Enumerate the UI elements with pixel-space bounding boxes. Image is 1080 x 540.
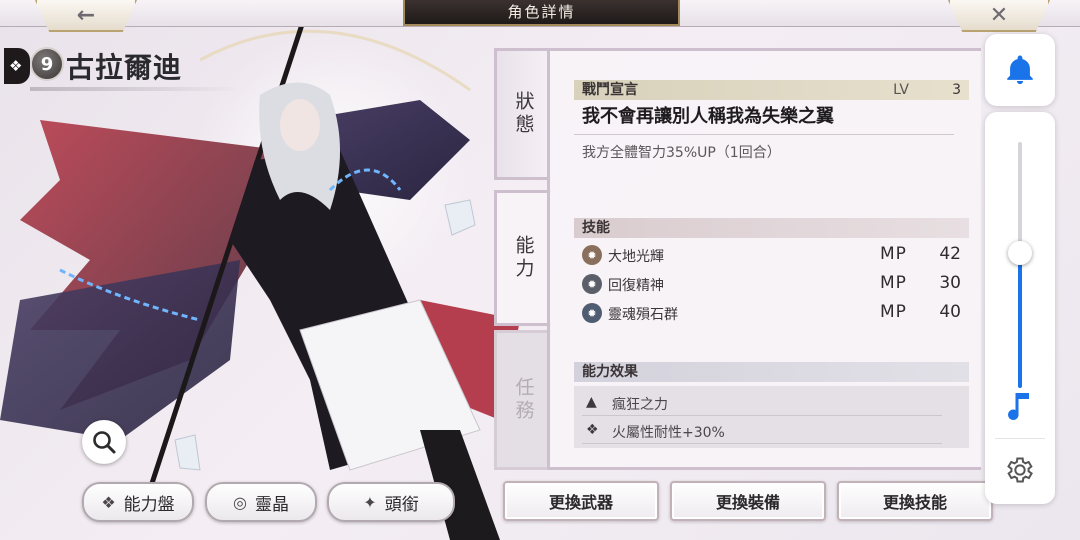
tab-ability[interactable]: 能力 (494, 190, 551, 326)
title-label: 頭銜 (384, 494, 419, 515)
change-equipment-button[interactable]: 更換裝備 (670, 481, 826, 521)
person-icon: ▲ (586, 394, 597, 410)
skill-row[interactable]: ✹ 回復精神 MP 30 (582, 271, 967, 297)
change-weapon-button[interactable]: 更換武器 (503, 481, 659, 521)
battle-declaration-header: 戰鬥宣言 LV 3 (574, 80, 969, 100)
skill-name: 回復精神 (608, 278, 664, 294)
tab-status[interactable]: 狀態 (494, 48, 551, 180)
mp-label: MP (880, 273, 907, 293)
declaration-description: 我方全體智力35%UP（1回合） (582, 145, 781, 161)
meteor-icon: ✹ (582, 303, 602, 323)
skill-name: 大地光輝 (608, 249, 664, 265)
skill-name: 靈魂殞石群 (608, 307, 678, 323)
emblem-icon: ✦ (363, 492, 377, 512)
change-skill-button[interactable]: 更換技能 (837, 481, 993, 521)
skills-title: 技能 (582, 220, 610, 236)
divider (574, 134, 954, 135)
notification-button[interactable] (985, 34, 1055, 106)
back-button[interactable]: ← (35, 0, 137, 32)
level-badge: 9 (30, 47, 64, 81)
tab-mission[interactable]: 任務 (494, 330, 551, 470)
effect-text: 瘋狂之力 (612, 397, 668, 413)
lv-value: 3 (952, 82, 961, 98)
volume-slider-thumb[interactable] (1008, 240, 1032, 265)
mp-value: 42 (939, 244, 961, 264)
ability-effects-header: 能力效果 (574, 362, 969, 382)
divider (995, 438, 1045, 439)
declaration-text: 我不會再讓別人稱我為失樂之翼 (582, 106, 834, 127)
ability-effects-list: ▲ 瘋狂之力 ❖ 火屬性耐性+30% (574, 386, 969, 448)
volume-level-fill (1018, 252, 1022, 388)
ability-effects-title: 能力效果 (582, 364, 638, 380)
puzzle-icon: ❖ (9, 57, 23, 75)
ability-board-label: 能力盤 (123, 494, 175, 515)
skills-header: 技能 (574, 218, 969, 238)
bell-icon (1007, 55, 1033, 85)
skill-row[interactable]: ✹ 大地光輝 MP 42 (582, 242, 967, 268)
lv-label: LV (893, 82, 909, 98)
crystal-label: 靈晶 (254, 494, 289, 515)
name-underline (30, 87, 242, 91)
spirit-icon: ✹ (582, 274, 602, 294)
close-button[interactable]: ✕ (948, 0, 1050, 32)
mp-value: 40 (939, 302, 961, 322)
search-icon (93, 431, 116, 454)
skill-row[interactable]: ✹ 靈魂殞石群 MP 40 (582, 300, 967, 326)
mp-label: MP (880, 302, 907, 322)
gear-icon[interactable] (1004, 454, 1036, 486)
effect-row: ▲ 瘋狂之力 (582, 389, 942, 416)
zoom-button[interactable] (82, 420, 126, 464)
grid-icon: ❖ (586, 422, 599, 438)
effect-row: ❖ 火屬性耐性+30% (582, 417, 942, 444)
tab-status-label: 狀態 (512, 91, 535, 137)
title-button[interactable]: ✦ 頭銜 (327, 482, 455, 522)
grid-icon: ❖ (101, 492, 116, 512)
character-name: 古拉爾迪 (66, 51, 183, 84)
effect-text: 火屬性耐性+30% (612, 425, 725, 441)
music-note-icon[interactable] (1002, 385, 1038, 425)
close-icon: ✕ (989, 2, 1009, 28)
sun-icon: ✹ (582, 245, 602, 265)
volume-panel (985, 112, 1055, 504)
crystal-button[interactable]: ◎ 靈晶 (205, 482, 317, 522)
tab-mission-label: 任務 (512, 377, 535, 423)
ability-board-button[interactable]: ❖ 能力盤 (82, 482, 194, 522)
battle-declaration-title: 戰鬥宣言 (582, 82, 638, 98)
target-icon: ◎ (233, 492, 247, 512)
mp-label: MP (880, 244, 907, 264)
character-name-block: ❖ 9 古拉爾迪 (4, 42, 254, 94)
page-title: 角色詳情 (403, 0, 680, 26)
arrow-left-icon: ← (76, 2, 96, 28)
mp-value: 30 (939, 273, 961, 293)
tab-ability-label: 能力 (512, 235, 535, 281)
